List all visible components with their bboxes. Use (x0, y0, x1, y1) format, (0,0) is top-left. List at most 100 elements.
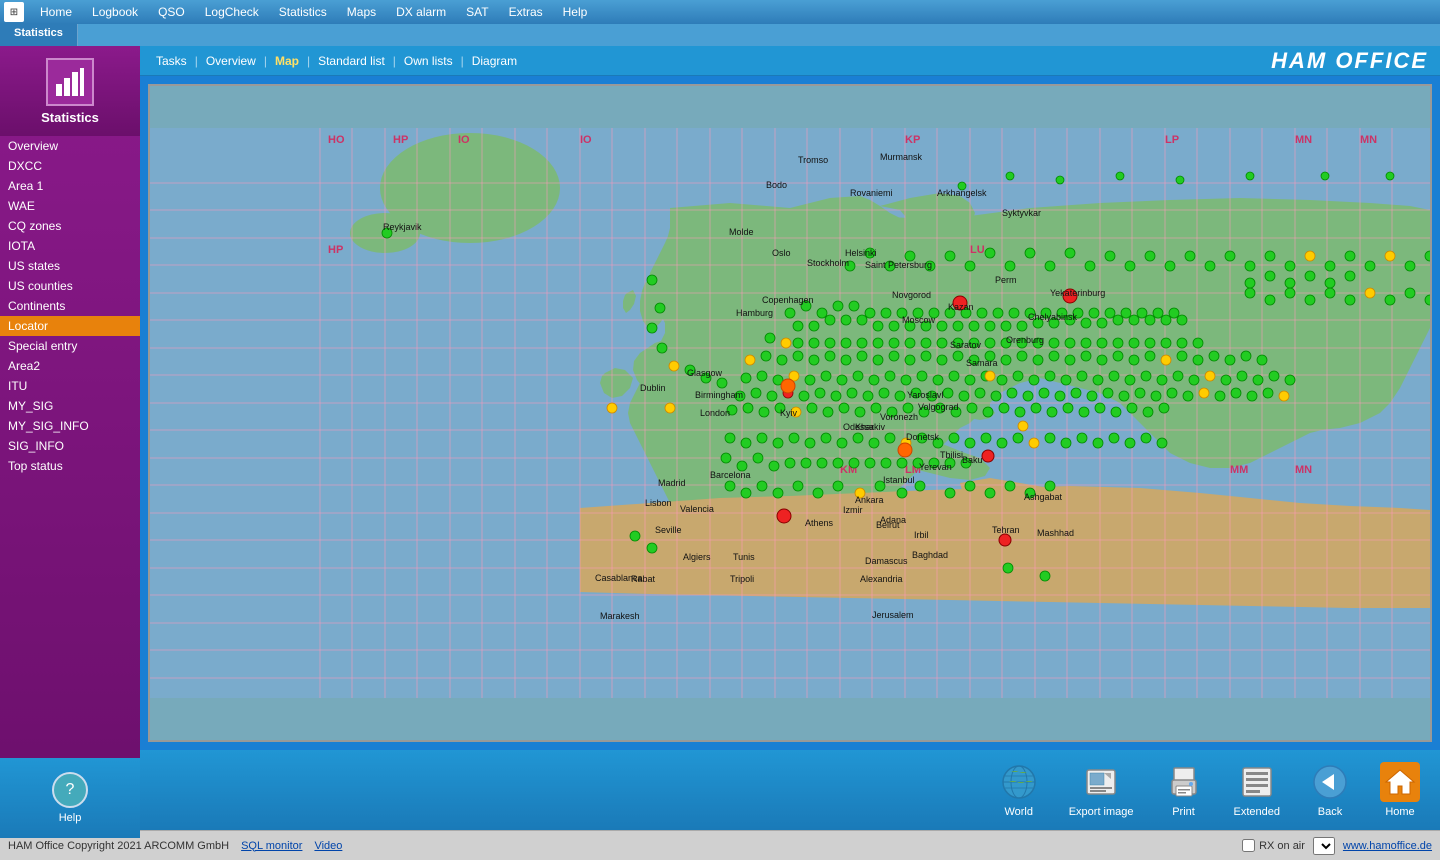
sidebar-item-area2[interactable]: Area2 (0, 356, 140, 376)
svg-text:Saratov: Saratov (950, 340, 982, 350)
menu-sat[interactable]: SAT (456, 3, 498, 21)
svg-text:Istanbul: Istanbul (883, 475, 915, 485)
toolbar-extended[interactable]: Extended (1234, 762, 1280, 818)
subnav-overview[interactable]: Overview (202, 52, 260, 70)
rx-dropdown[interactable] (1313, 837, 1335, 855)
home-icon (1380, 762, 1420, 802)
menu-home[interactable]: Home (30, 3, 82, 21)
svg-text:Glasgow: Glasgow (687, 368, 723, 378)
sidebar-item-wae[interactable]: WAE (0, 196, 140, 216)
svg-text:Moscow: Moscow (902, 315, 936, 325)
menu-help[interactable]: Help (553, 3, 598, 21)
sidebar-icon (46, 58, 94, 106)
toolbar-export[interactable]: Export image (1069, 762, 1134, 818)
sidebar-item-cqzones[interactable]: CQ zones (0, 216, 140, 236)
sidebar-item-topstatus[interactable]: Top status (0, 456, 140, 476)
main-layout: Statistics Overview DXCC Area 1 WAE CQ z… (0, 46, 1440, 830)
svg-text:Ankara: Ankara (855, 495, 884, 505)
rx-on-air-checkbox[interactable] (1242, 839, 1255, 852)
svg-text:Samara: Samara (966, 358, 998, 368)
sidebar-item-usstates[interactable]: US states (0, 256, 140, 276)
sidebar-item-locator[interactable]: Locator (0, 316, 140, 336)
svg-text:MN: MN (1295, 134, 1312, 146)
video-link[interactable]: Video (314, 840, 342, 852)
toolbar-home[interactable]: Home (1380, 762, 1420, 818)
print-icon (1164, 762, 1204, 802)
svg-text:Arkhangelsk: Arkhangelsk (937, 188, 987, 198)
svg-text:Tunis: Tunis (733, 552, 755, 562)
sidebar-header: Statistics (0, 46, 140, 136)
svg-text:Murmansk: Murmansk (880, 152, 923, 162)
copyright-text: HAM Office Copyright 2021 ARCOMM GmbH (8, 840, 229, 852)
svg-text:Marakesh: Marakesh (600, 611, 640, 621)
svg-text:Bodo: Bodo (766, 180, 787, 190)
svg-text:Copenhagen: Copenhagen (762, 295, 814, 305)
map-area[interactable]: HO HP IO IO HP KP LP MN MN KM LM MM MN L… (148, 84, 1432, 742)
subnav-standardlist[interactable]: Standard list (314, 52, 389, 70)
app-logo: ⊞ (4, 2, 24, 22)
website-link[interactable]: www.hamoffice.de (1343, 840, 1432, 852)
svg-text:Baku: Baku (962, 455, 983, 465)
menu-logcheck[interactable]: LogCheck (195, 3, 269, 21)
map-canvas: HO HP IO IO HP KP LP MN MN KM LM MM MN L… (150, 86, 1430, 740)
sidebar-item-area1[interactable]: Area 1 (0, 176, 140, 196)
help-label: Help (59, 812, 82, 824)
svg-text:Kyiv: Kyiv (780, 408, 798, 418)
svg-text:Voronezh: Voronezh (880, 412, 918, 422)
svg-text:Tbilisi: Tbilisi (940, 450, 963, 460)
sidebar-item-uscounties[interactable]: US counties (0, 276, 140, 296)
sidebar-item-dxcc[interactable]: DXCC (0, 156, 140, 176)
svg-text:Irbil: Irbil (914, 530, 929, 540)
svg-text:Chelyabinsk: Chelyabinsk (1028, 312, 1078, 322)
tab-statistics[interactable]: Statistics (0, 24, 78, 46)
menubar: ⊞ Home Logbook QSO LogCheck Statistics M… (0, 0, 1440, 24)
help-icon: ? (52, 772, 88, 808)
menu-extras[interactable]: Extras (499, 3, 553, 21)
svg-text:Helsinki: Helsinki (845, 248, 877, 258)
sql-monitor[interactable]: SQL monitor (241, 840, 302, 852)
toolbar-back[interactable]: Back (1310, 762, 1350, 818)
svg-text:Dublin: Dublin (640, 383, 666, 393)
menu-statistics[interactable]: Statistics (269, 3, 337, 21)
rx-on-air-text: RX on air (1259, 840, 1305, 852)
statusbar-right: RX on air www.hamoffice.de (1242, 837, 1432, 855)
menu-logbook[interactable]: Logbook (82, 3, 148, 21)
subnav-tasks[interactable]: Tasks (152, 52, 191, 70)
rx-on-air-label: RX on air (1242, 839, 1305, 852)
svg-text:Donetsk: Donetsk (906, 432, 940, 442)
sidebar-item-mysig[interactable]: MY_SIG (0, 396, 140, 416)
svg-text:Izmir: Izmir (843, 505, 863, 515)
svg-text:Athens: Athens (805, 518, 834, 528)
sidebar-item-iota[interactable]: IOTA (0, 236, 140, 256)
export-label: Export image (1069, 806, 1134, 818)
toolbar-print[interactable]: Print (1164, 762, 1204, 818)
toolbar-world[interactable]: World (999, 762, 1039, 818)
svg-text:Odessa: Odessa (843, 422, 874, 432)
statusbar-left: HAM Office Copyright 2021 ARCOMM GmbH SQ… (8, 840, 342, 852)
subnav-ownlists[interactable]: Own lists (400, 52, 457, 70)
help-button[interactable]: ? Help (0, 758, 140, 838)
menu-maps[interactable]: Maps (337, 3, 386, 21)
subnav-map[interactable]: Map (271, 52, 303, 70)
svg-text:Hamburg: Hamburg (736, 308, 773, 318)
menu-qso[interactable]: QSO (148, 3, 195, 21)
sidebar-item-siginfo[interactable]: SIG_INFO (0, 436, 140, 456)
export-icon (1081, 762, 1121, 802)
sidebar-item-continents[interactable]: Continents (0, 296, 140, 316)
svg-text:HP: HP (328, 244, 343, 256)
svg-text:Reykjavik: Reykjavik (383, 222, 422, 232)
svg-text:Syktyvkar: Syktyvkar (1002, 208, 1041, 218)
menu-dxalarm[interactable]: DX alarm (386, 3, 456, 21)
svg-text:Ashgabat: Ashgabat (1024, 492, 1063, 502)
svg-text:IO: IO (580, 134, 592, 146)
sidebar-item-itu[interactable]: ITU (0, 376, 140, 396)
back-label: Back (1318, 806, 1342, 818)
svg-text:London: London (700, 408, 730, 418)
subnav-diagram[interactable]: Diagram (468, 52, 521, 70)
svg-text:Novgorod: Novgorod (892, 290, 931, 300)
sidebar-item-specialentry[interactable]: Special entry (0, 336, 140, 356)
svg-text:Stockholm: Stockholm (807, 258, 849, 268)
sidebar-item-mysiginfo[interactable]: MY_SIG_INFO (0, 416, 140, 436)
sidebar-item-overview[interactable]: Overview (0, 136, 140, 156)
svg-text:Yaroslavl: Yaroslavl (907, 390, 943, 400)
